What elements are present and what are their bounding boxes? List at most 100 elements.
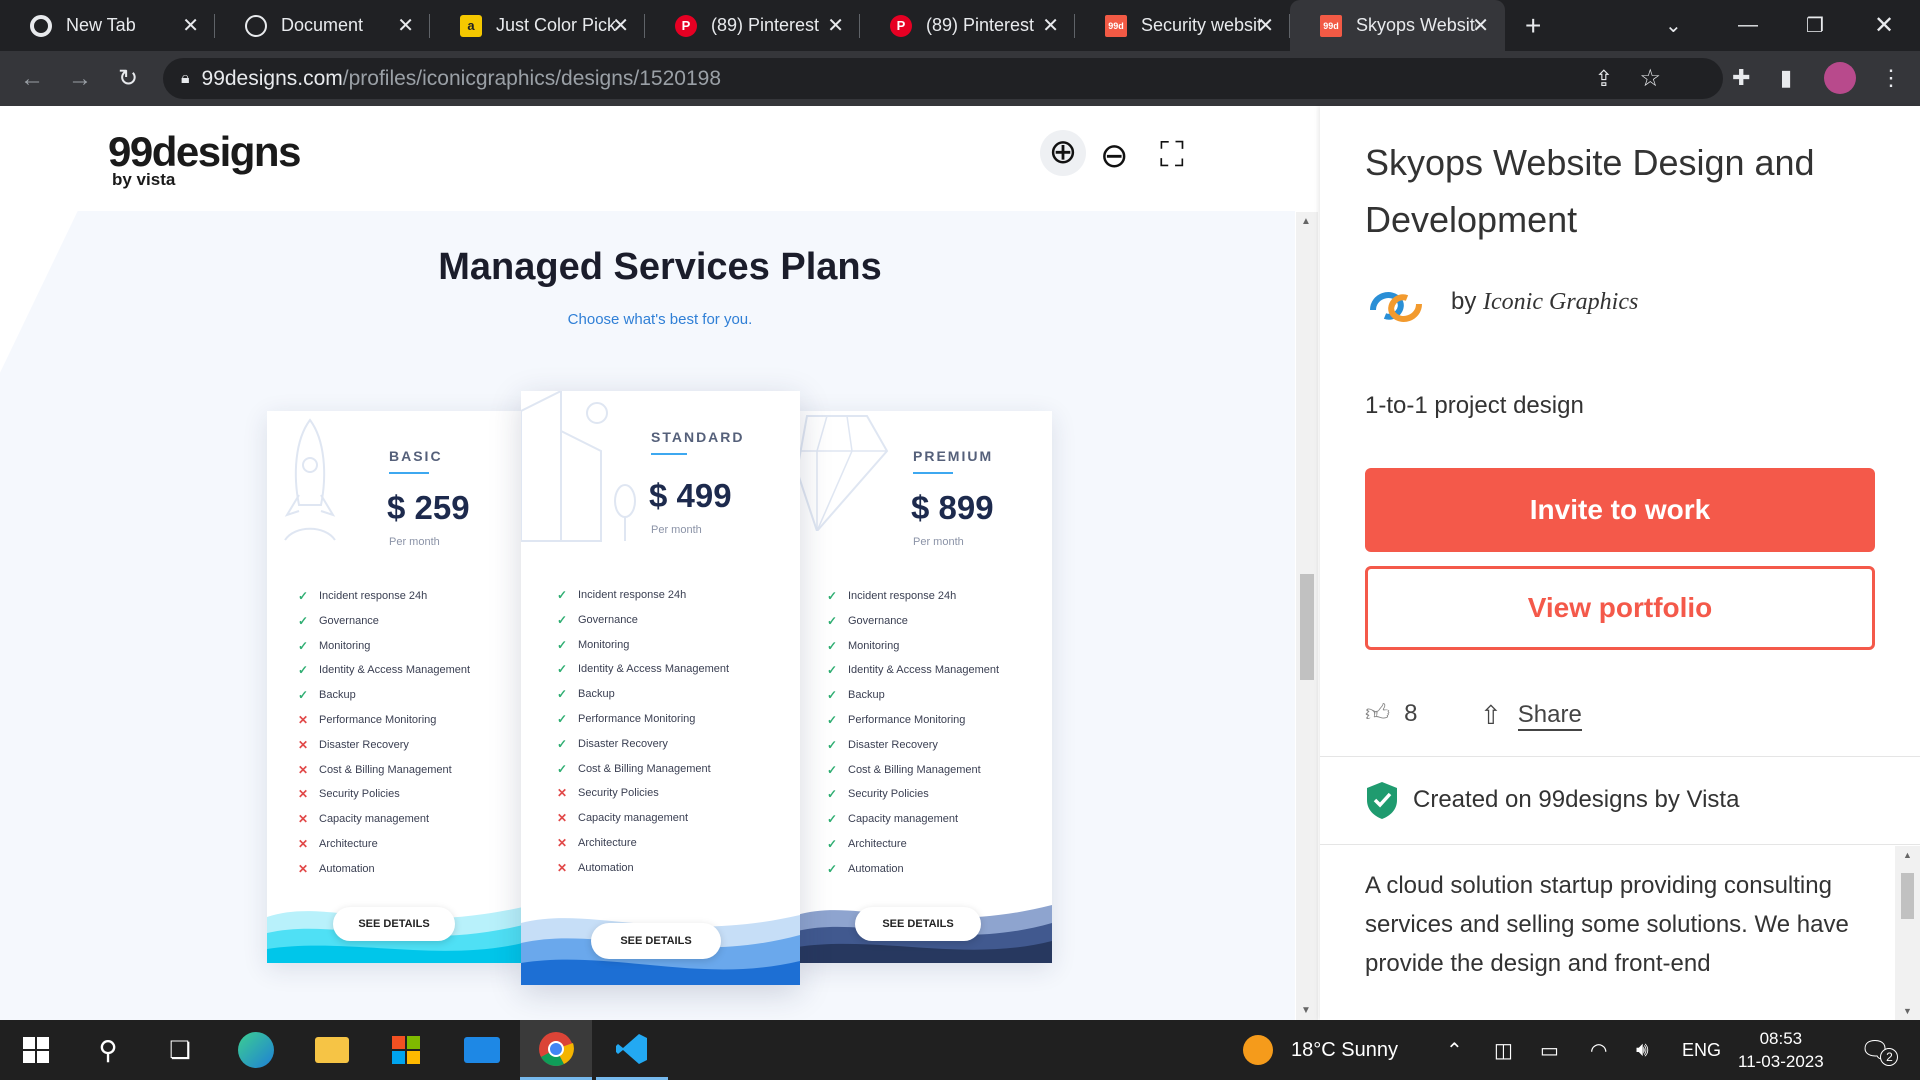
language-indicator[interactable]: ENG (1682, 1020, 1721, 1080)
designer-name[interactable]: Iconic Graphics (1483, 289, 1638, 315)
check-icon: ✓ (827, 713, 838, 727)
like-button[interactable]: 👍︎ 8 (1365, 700, 1417, 728)
address-bar[interactable]: 🔒︎ 99designs.com/profiles/iconicgraphics… (163, 58, 1723, 99)
close-tab-icon[interactable]: ✕ (827, 13, 844, 38)
scrollbar-thumb[interactable] (1901, 873, 1914, 919)
volume-icon[interactable]: 🔊︎ (1636, 1020, 1649, 1080)
zoom-in-icon[interactable]: ⊕ (1040, 130, 1086, 176)
close-tab-icon[interactable]: ✕ (1042, 13, 1059, 38)
notification-count: 2 (1880, 1048, 1899, 1066)
scroll-up-icon[interactable]: ▲ (1903, 850, 1912, 860)
menu-icon[interactable]: ⋮ (1880, 65, 1902, 91)
browser-tab[interactable]: a Just Color Picker✕ (430, 0, 645, 51)
feature-label: Governance (319, 614, 379, 627)
plan-name: BASIC (389, 448, 443, 464)
feature-item: ✓ Identity & Access Management (298, 663, 470, 677)
close-tab-icon[interactable]: ✕ (612, 13, 629, 38)
99designs-icon: 99d (1105, 14, 1127, 37)
see-details-button[interactable]: SEE DETAILS (333, 907, 455, 941)
search-icon[interactable]: ⚲ (72, 1020, 144, 1080)
globe-icon (245, 14, 267, 37)
file-explorer-icon[interactable] (296, 1020, 368, 1080)
mail-icon[interactable] (446, 1020, 518, 1080)
browser-tab[interactable]: Document ✕ (215, 0, 430, 51)
reload-icon[interactable]: ↻ (104, 64, 152, 93)
feature-item: ✓ Cost & Billing Management (557, 762, 711, 776)
check-icon: ✓ (827, 663, 838, 678)
tab-label: Skyops Website (1356, 15, 1476, 35)
feature-label: Incident response 24h (319, 590, 428, 602)
building-icon (521, 391, 636, 542)
browser-tab[interactable]: P (89) Pinterest ✕ (645, 0, 860, 51)
feature-item: ✓ Governance (557, 613, 638, 627)
vscode-icon[interactable] (596, 1020, 668, 1080)
check-icon: ✓ (827, 837, 838, 851)
close-tab-icon[interactable]: ✕ (1472, 13, 1489, 38)
notification-icon[interactable]: 🗨︎ 2 (1860, 1020, 1899, 1080)
check-icon: ✓ (298, 663, 309, 678)
scroll-down-icon[interactable]: ▼ (1903, 1006, 1912, 1016)
description-scrollbar[interactable]: ▲ ▼ (1895, 846, 1920, 1020)
close-window-button[interactable]: ✕ (1874, 0, 1894, 51)
browser-tab[interactable]: P (89) Pinterest ✕ (860, 0, 1075, 51)
forward-icon[interactable]: → (56, 65, 104, 93)
plan-price: $ 259 (387, 489, 470, 526)
clock[interactable]: 08:53 11-03-2023 (1738, 1020, 1824, 1080)
tab-label: (89) Pinterest (711, 15, 820, 35)
fullscreen-icon[interactable]: ⛶ (1160, 136, 1184, 175)
wifi-icon[interactable]: ◠ (1590, 1020, 1607, 1080)
bookmark-star-icon[interactable]: ☆ (1639, 64, 1661, 93)
profile-avatar[interactable] (1824, 62, 1856, 94)
minimize-button[interactable]: — (1738, 0, 1758, 51)
created-text: Created on 99designs by Vista (1413, 786, 1740, 813)
task-view-icon[interactable]: ❏ (144, 1020, 216, 1080)
diamond-icon (797, 415, 889, 531)
meet-icon[interactable]: ◫ (1494, 1020, 1513, 1080)
browser-tab[interactable]: New Tab ✕ (0, 0, 215, 51)
close-tab-icon[interactable]: ✕ (1257, 13, 1274, 38)
store-icon[interactable] (370, 1020, 442, 1080)
99designs-logo[interactable]: 99designs by vista (108, 128, 301, 190)
windows-start-icon[interactable] (0, 1020, 72, 1080)
viewer-scrollbar[interactable]: ▲ ▼ (1296, 212, 1318, 1020)
side-panel-icon[interactable]: ▮ (1780, 65, 1792, 91)
zoom-out-icon[interactable]: ⊖ (1100, 136, 1129, 176)
browser-tab[interactable]: 99d Security website ✕ (1075, 0, 1290, 51)
check-icon: ✓ (827, 787, 838, 802)
check-icon: ✓ (298, 589, 309, 603)
battery-icon[interactable]: ▭ (1540, 1020, 1559, 1080)
edge-icon[interactable] (220, 1020, 292, 1080)
share-label: Share (1517, 701, 1582, 731)
plan-card-standard: STANDARD $ 499 Per month SEE DETAILS ✓ In… (521, 391, 800, 985)
scroll-up-icon[interactable]: ▲ (1301, 216, 1311, 227)
back-icon[interactable]: ← (8, 65, 56, 93)
feature-label: Identity & Access Management (578, 663, 730, 676)
close-tab-icon[interactable]: ✕ (182, 13, 199, 38)
view-portfolio-button[interactable]: View portfolio (1365, 566, 1875, 650)
share-page-icon[interactable]: ⇪ (1595, 66, 1613, 92)
weather-widget[interactable]: 18°C Sunny (1243, 1020, 1398, 1080)
extensions-icon[interactable]: ✚ (1732, 65, 1750, 91)
designer-avatar[interactable] (1365, 276, 1427, 338)
see-details-button[interactable]: SEE DETAILS (855, 907, 981, 941)
chrome-icon[interactable] (520, 1020, 592, 1080)
feature-item: ✓ Governance (827, 614, 908, 628)
plan-name: PREMIUM (913, 448, 994, 464)
invite-to-work-button[interactable]: Invite to work (1365, 468, 1875, 552)
restore-button[interactable]: ❐ (1806, 0, 1824, 51)
scrollbar-thumb[interactable] (1300, 574, 1314, 680)
tab-label: Just Color Picker (496, 15, 616, 35)
tray-chevron-icon[interactable]: ⌃ (1446, 1020, 1463, 1080)
new-tab-button[interactable]: + (1525, 10, 1541, 42)
check-icon: ✓ (557, 712, 568, 726)
scroll-down-icon[interactable]: ▼ (1301, 1005, 1311, 1016)
tab-search-icon[interactable]: ⌄ (1665, 0, 1682, 51)
browser-tab[interactable]: 99d Skyops Website ✕ (1290, 0, 1505, 51)
see-details-button[interactable]: SEE DETAILS (591, 923, 721, 959)
share-button[interactable]: ⇧ Share (1458, 700, 1582, 731)
check-icon: ✓ (827, 812, 838, 827)
feature-item: ✓ Backup (298, 688, 356, 702)
designer-byline[interactable]: by Iconic Graphics (1451, 288, 1638, 316)
url-host: 99designs.com (201, 66, 343, 90)
close-tab-icon[interactable]: ✕ (397, 13, 414, 38)
